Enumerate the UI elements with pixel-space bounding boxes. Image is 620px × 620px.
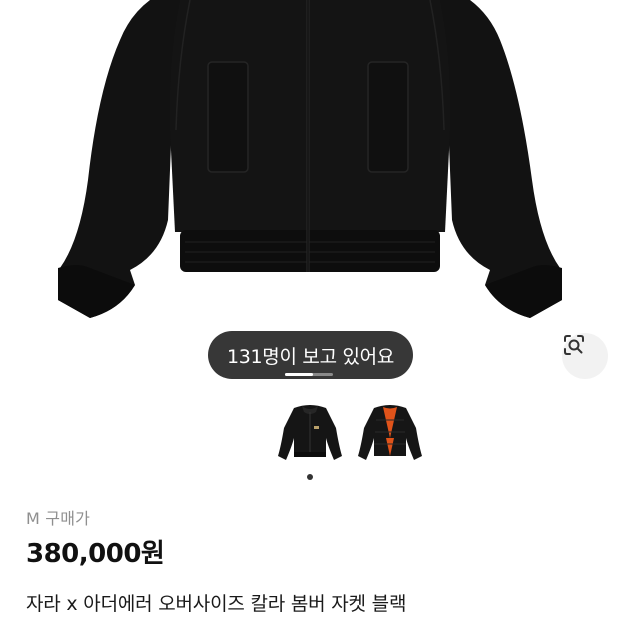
thumbnail-front[interactable]: [276, 398, 344, 468]
size-price-label: M 구매가: [26, 509, 91, 528]
visual-search-icon: [564, 335, 584, 355]
thumbnail-strip: [276, 398, 426, 468]
visual-search-button[interactable]: [562, 333, 608, 379]
viewers-pill: 131명이 보고 있어요: [208, 331, 413, 379]
product-title: 자라 x 아더에러 오버사이즈 칼라 봄버 자켓 블랙: [26, 593, 407, 615]
product-image[interactable]: 131명이 보고 있어요: [0, 0, 620, 395]
image-progress-indicator: [285, 373, 333, 376]
thumbnail-reverse[interactable]: [356, 398, 424, 468]
viewers-text: 131명이 보고 있어요: [226, 345, 395, 368]
pagination-dot: [307, 474, 313, 480]
product-price: 380,000원: [26, 539, 165, 569]
image-progress-active: [285, 373, 313, 376]
